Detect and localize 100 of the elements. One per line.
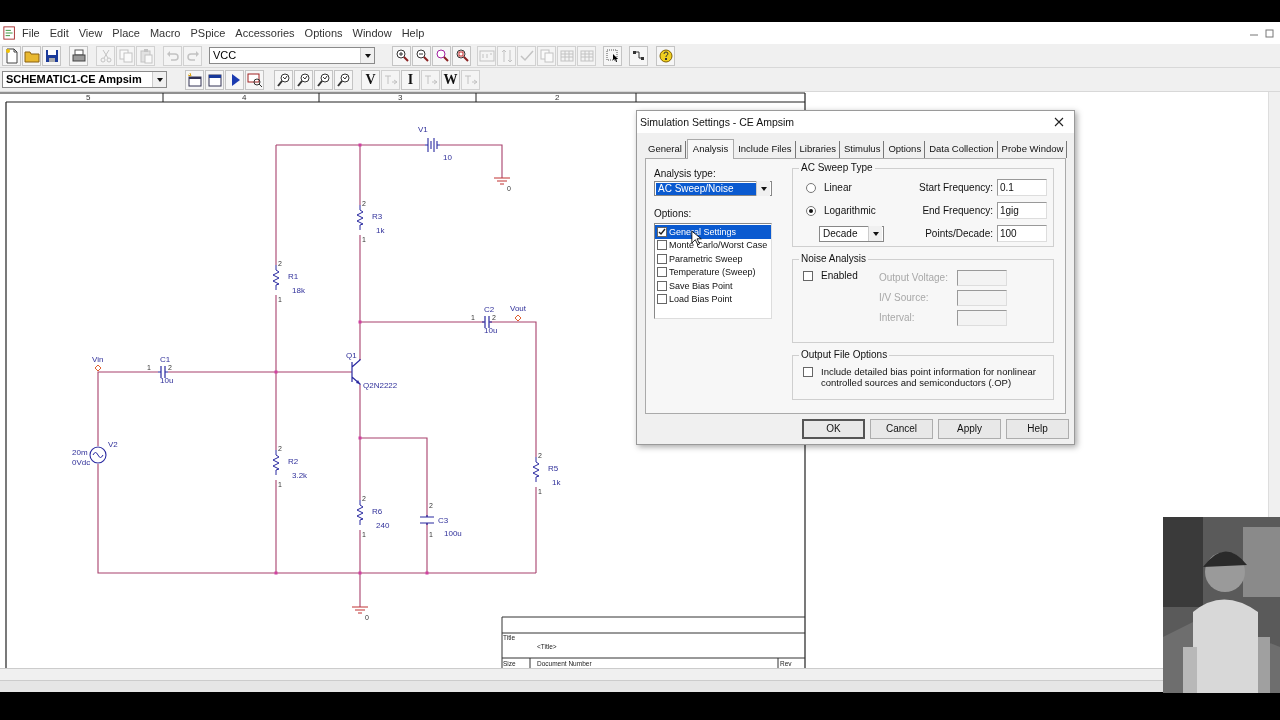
probe-marker-button[interactable]: W bbox=[441, 69, 460, 90]
wire bbox=[439, 144, 503, 179]
list-item[interactable]: Monte Carlo/Worst Case bbox=[655, 238, 771, 252]
checkbox[interactable] bbox=[657, 240, 667, 251]
menu-item[interactable]: File bbox=[17, 26, 45, 40]
input-field[interactable] bbox=[957, 310, 1007, 326]
resistor-symbol bbox=[272, 449, 280, 476]
ruler-number: 5 bbox=[86, 93, 91, 102]
ground-symbol bbox=[493, 177, 511, 185]
component-label: R6 bbox=[372, 507, 383, 516]
checkbox-label: Enabled bbox=[821, 270, 858, 282]
input-field[interactable] bbox=[957, 290, 1007, 306]
ruler-number: 3 bbox=[398, 93, 403, 102]
group-title: Noise Analysis bbox=[799, 253, 869, 265]
group-title: Output File Options bbox=[799, 349, 890, 361]
net-label: Vin bbox=[92, 355, 104, 364]
menu-item[interactable]: Help bbox=[396, 26, 430, 40]
part-name-field[interactable]: VCC bbox=[209, 47, 375, 64]
component-value: 0Vdc bbox=[72, 458, 91, 467]
checkbox[interactable] bbox=[803, 271, 813, 281]
menu-item[interactable]: Options bbox=[299, 26, 348, 40]
input-field[interactable]: 0.1 bbox=[997, 179, 1047, 196]
checkbox[interactable] bbox=[657, 253, 667, 264]
dropdown-arrow-icon[interactable] bbox=[155, 75, 164, 84]
close-icon[interactable] bbox=[1053, 116, 1065, 128]
component-label: R5 bbox=[548, 464, 559, 473]
scale-dropdown[interactable]: Decade bbox=[819, 225, 884, 242]
radio-button[interactable] bbox=[806, 182, 816, 193]
net-label: Vout bbox=[510, 304, 526, 313]
probe-marker-button[interactable]: I bbox=[401, 69, 420, 90]
list-item[interactable]: Parametric Sweep bbox=[655, 252, 771, 266]
list-item[interactable]: Temperature (Sweep) bbox=[655, 265, 771, 279]
dialog-button[interactable]: Cancel bbox=[870, 419, 933, 439]
transistor-symbol bbox=[351, 358, 361, 386]
component-value: 3.2k bbox=[292, 471, 308, 480]
radio-button[interactable] bbox=[806, 205, 816, 216]
radio-label: Logarithmic bbox=[824, 204, 876, 217]
resistor-symbol bbox=[272, 264, 280, 291]
checkbox[interactable] bbox=[657, 226, 667, 237]
menu-item[interactable]: Edit bbox=[44, 26, 74, 40]
dropdown-arrow-icon[interactable] bbox=[871, 229, 880, 238]
menu-item[interactable]: Macro bbox=[144, 26, 186, 40]
list-item[interactable]: Save Bias Point bbox=[655, 279, 771, 293]
battery-symbol bbox=[424, 137, 441, 153]
tab[interactable]: Analysis bbox=[686, 139, 735, 159]
component-label: R2 bbox=[288, 457, 299, 466]
resistor-symbol bbox=[356, 499, 364, 526]
ruler-number: 4 bbox=[242, 93, 247, 102]
checkbox[interactable] bbox=[657, 267, 667, 278]
app-icon bbox=[3, 25, 17, 41]
restore-icon[interactable] bbox=[1264, 27, 1276, 39]
list-item[interactable]: General Settings bbox=[655, 225, 771, 239]
list-item[interactable]: Load Bias Point bbox=[655, 292, 771, 306]
ok-button[interactable]: OK bbox=[802, 419, 865, 439]
horizontal-scrollbar[interactable] bbox=[0, 668, 1163, 680]
dialog-button[interactable]: Help bbox=[1006, 419, 1069, 439]
checkbox[interactable] bbox=[803, 367, 813, 377]
field-label: Interval: bbox=[879, 312, 916, 324]
analysis-type-dropdown[interactable]: AC Sweep/Noise bbox=[654, 181, 772, 196]
input-field[interactable]: 1gig bbox=[997, 202, 1047, 219]
menu-item[interactable]: View bbox=[73, 26, 108, 40]
field-label: Start Frequency: bbox=[919, 181, 993, 194]
vertical-scrollbar[interactable] bbox=[1268, 92, 1280, 517]
group-title: AC Sweep Type bbox=[799, 162, 875, 174]
menu-item[interactable]: Window bbox=[347, 26, 397, 40]
options-list[interactable]: General Settings Monte Carlo/Worst Case Parametric Sweep Temperature (Sweep) Save Bias Point Load Bias Point bbox=[654, 223, 772, 319]
checkbox[interactable] bbox=[657, 294, 667, 305]
input-field[interactable] bbox=[957, 270, 1007, 286]
component-label: Q1 bbox=[346, 351, 357, 360]
dropdown-arrow-icon[interactable] bbox=[759, 184, 768, 193]
dropdown-arrow-icon[interactable] bbox=[363, 51, 372, 60]
menu-item[interactable]: PSpice bbox=[185, 26, 231, 40]
ruler-number: 2 bbox=[555, 93, 560, 102]
net-marker-icon bbox=[94, 364, 102, 372]
component-label: R3 bbox=[372, 212, 383, 221]
component-value: 1k bbox=[376, 226, 385, 235]
ac-source-symbol bbox=[89, 446, 107, 464]
component-value: 100u bbox=[444, 529, 462, 538]
component-value: 18k bbox=[292, 286, 305, 295]
capacitor-symbol bbox=[419, 514, 435, 526]
input-field[interactable]: 100 bbox=[997, 225, 1047, 242]
field-label: End Frequency: bbox=[922, 204, 993, 217]
dialog-button[interactable]: Apply bbox=[938, 419, 1001, 439]
radio-label: Linear bbox=[824, 181, 852, 194]
menu-item[interactable]: Place bbox=[107, 26, 145, 40]
component-value: 10u bbox=[484, 326, 498, 335]
component-value: Q2N2222 bbox=[363, 381, 398, 390]
capacitor-symbol bbox=[481, 315, 493, 329]
field-label: Analysis type: bbox=[654, 168, 717, 180]
net-marker-icon bbox=[514, 314, 522, 322]
component-value: 10u bbox=[160, 376, 174, 385]
menu-item[interactable]: Accessories bbox=[230, 26, 300, 40]
component-value: 20m bbox=[72, 448, 88, 457]
ground-symbol bbox=[351, 606, 369, 614]
field-label: Output Voltage: bbox=[879, 272, 949, 284]
probe-marker-button[interactable]: V bbox=[361, 69, 380, 90]
checkbox[interactable] bbox=[657, 280, 667, 291]
schematic-selector[interactable]: SCHEMATIC1-CE Ampsim bbox=[2, 71, 167, 88]
checkbox-label: Include detailed bias point information for nonlinear controlled sources and semiconductors (.OP) bbox=[821, 366, 1037, 388]
component-value: 240 bbox=[376, 521, 390, 530]
